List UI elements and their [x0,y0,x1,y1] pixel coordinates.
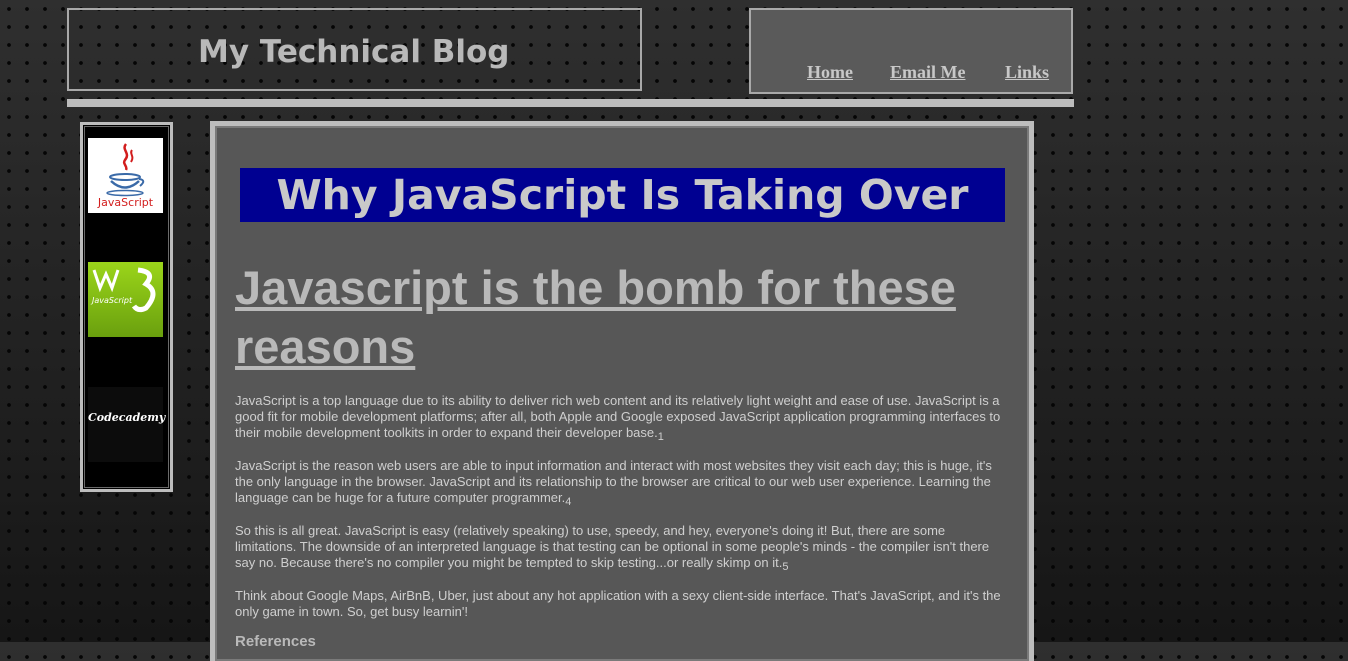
paragraph-4: Think about Google Maps, AirBnB, Uber, j… [235,588,1005,620]
reference-marker: 1 [657,431,664,444]
post-heading-link[interactable]: Javascript is the bomb for these reasons [235,258,1015,376]
nav-link-home[interactable]: Home [807,62,853,83]
paragraph-2: JavaScript is the reason web users are a… [235,458,1005,508]
page-title: Why JavaScript Is Taking Over [276,171,969,219]
site-title: My Technical Blog [198,34,510,70]
javascript-logo-icon[interactable]: JavaScript [88,138,163,213]
reference-marker: 5 [782,561,789,574]
codecademy-logo-icon[interactable]: Codecademy [88,387,166,462]
header-divider [67,99,1074,107]
reference-marker: 4 [565,496,572,509]
nav-link-links[interactable]: Links [1005,62,1049,83]
title-banner: Why JavaScript Is Taking Over [240,168,1005,222]
sidebar: JavaScript JavaScript Codecademy [80,122,173,492]
paragraph-1: JavaScript is a top language due to its … [235,393,1005,443]
javascript-logo-text: JavaScript [97,196,154,209]
main-content: Why JavaScript Is Taking Over Javascript… [210,121,1034,661]
paragraph-text: JavaScript is a top language due to its … [235,393,1001,441]
site-header-box: My Technical Blog [67,8,642,91]
paragraph-text: So this is all great. JavaScript is easy… [235,523,990,571]
nav-bar: Home Email Me Links [749,8,1073,94]
paragraph-3: So this is all great. JavaScript is easy… [235,523,1005,573]
paragraph-text: JavaScript is the reason web users are a… [235,458,992,506]
nav-link-email-me[interactable]: Email Me [890,62,965,83]
w3-logo-text: JavaScript [92,296,133,305]
codecademy-logo-text: Codecademy [88,411,166,424]
w3-javascript-logo-icon[interactable]: JavaScript [88,262,163,337]
paragraph-text: Think about Google Maps, AirBnB, Uber, j… [235,588,1001,620]
